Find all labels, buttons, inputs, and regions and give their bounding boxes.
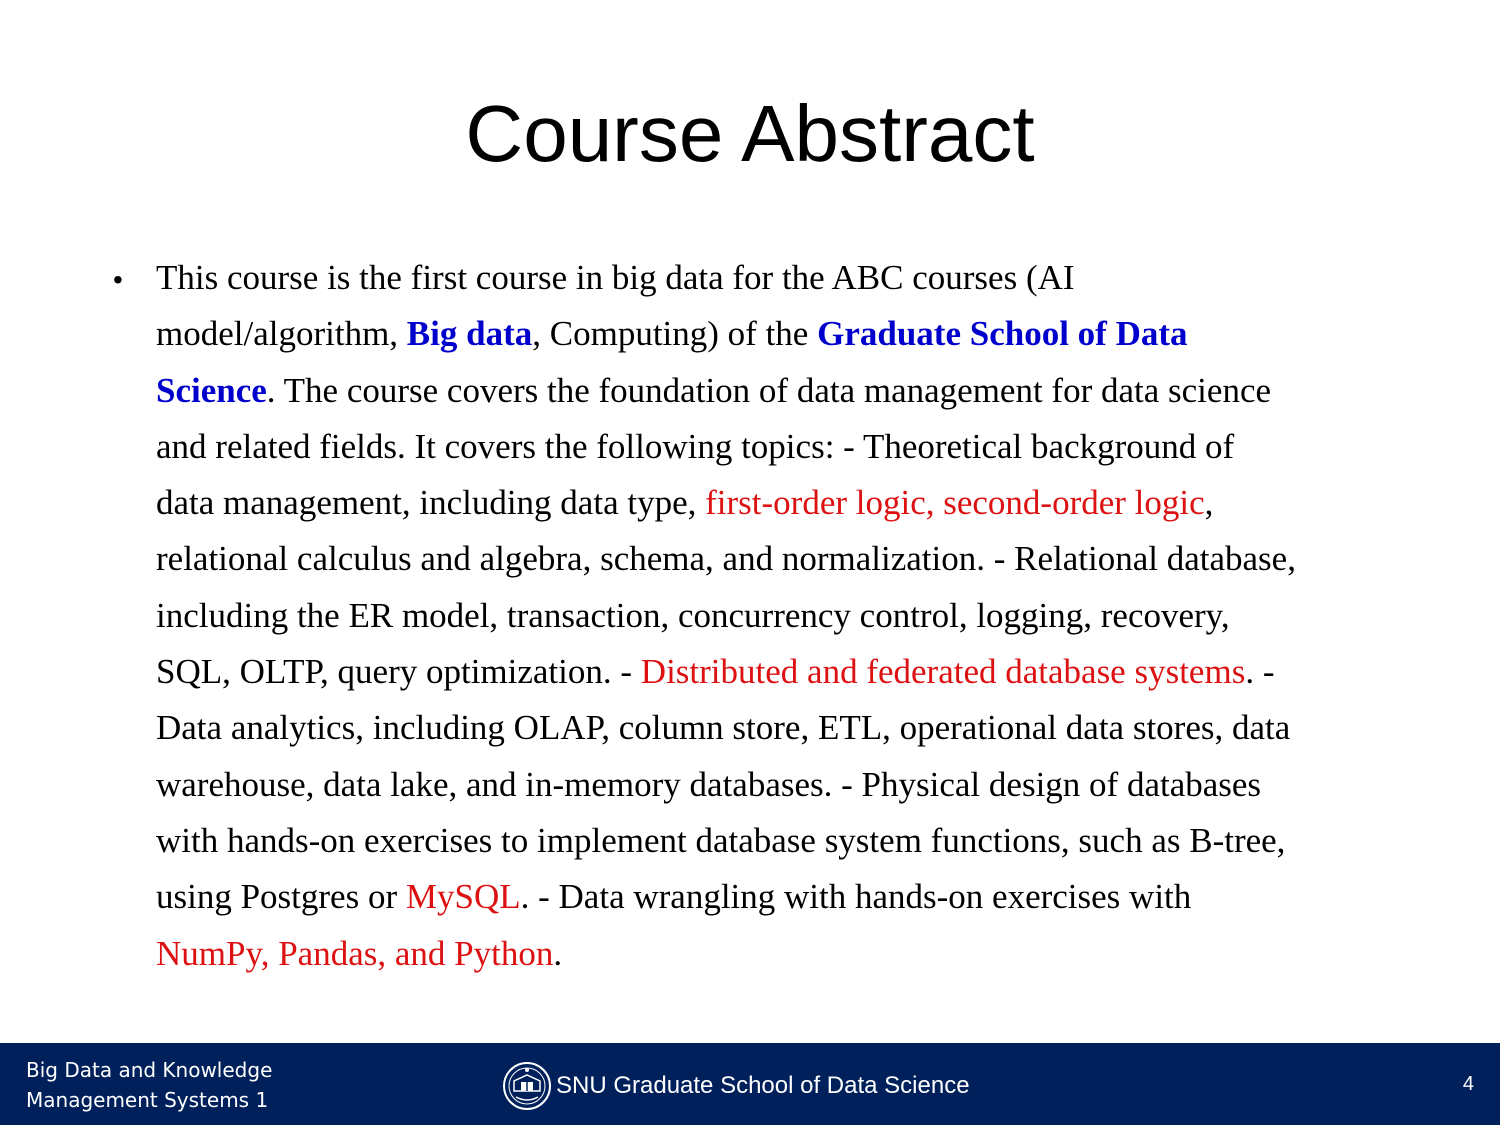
paragraph-line: Science. The course covers the foundatio… bbox=[156, 363, 1383, 419]
paragraph-text: and related fields. It covers the follow… bbox=[156, 426, 1235, 466]
paragraph-text: SQL, OLTP, query optimization. - bbox=[156, 652, 641, 692]
paragraph-text: , bbox=[1204, 483, 1214, 523]
highlight-red-text: Distributed and federated database syste… bbox=[640, 652, 1246, 692]
abstract-paragraph: This course is the first course in big d… bbox=[156, 250, 1383, 982]
paragraph-text: relational calculus and algebra, schema,… bbox=[156, 539, 1296, 579]
paragraph-line: with hands-on exercises to implement dat… bbox=[156, 813, 1383, 869]
footer-school-name: SNU Graduate School of Data Science bbox=[556, 1072, 970, 1099]
paragraph-text: This course is the first course in big d… bbox=[156, 258, 1075, 297]
paragraph-line: NumPy, Pandas, and Python. bbox=[156, 926, 1383, 982]
footer-course-line-2: Management Systems 1 bbox=[26, 1088, 269, 1112]
highlight-red-text: MySQL bbox=[405, 877, 521, 917]
university-emblem-icon bbox=[503, 1062, 551, 1110]
paragraph-line: SQL, OLTP, query optimization. - Distrib… bbox=[156, 644, 1383, 700]
paragraph-text: with hands-on exercises to implement dat… bbox=[156, 820, 1286, 860]
paragraph-line: warehouse, data lake, and in-memory data… bbox=[156, 757, 1383, 813]
paragraph-line: and related fields. It covers the follow… bbox=[156, 419, 1383, 475]
bullet-icon: • bbox=[113, 264, 123, 295]
paragraph-line: data management, including data type, fi… bbox=[156, 475, 1383, 531]
paragraph-line: including the ER model, transaction, con… bbox=[156, 588, 1383, 644]
footer-course-name: Big Data and Knowledge Management System… bbox=[26, 1055, 272, 1115]
highlight-red-text: first-order logic, second-order logic bbox=[705, 483, 1205, 523]
paragraph-line: using Postgres or MySQL. - Data wranglin… bbox=[156, 869, 1383, 925]
paragraph-text: . - bbox=[1245, 652, 1275, 692]
paragraph-text: model/algorithm, bbox=[156, 314, 407, 354]
slide-footer: Big Data and Knowledge Management System… bbox=[0, 1043, 1500, 1125]
highlight-blue-text: Science bbox=[156, 370, 267, 410]
footer-school-block: SNU Graduate School of Data Science bbox=[502, 1061, 970, 1111]
abstract-bullet-item: • This course is the first course in big… bbox=[113, 250, 1383, 982]
paragraph-line: relational calculus and algebra, schema,… bbox=[156, 531, 1383, 587]
footer-course-line-1: Big Data and Knowledge bbox=[26, 1058, 273, 1082]
abstract-bullet-list: • This course is the first course in big… bbox=[113, 250, 1383, 982]
paragraph-text: data management, including data type, bbox=[156, 483, 706, 523]
highlight-red-text: NumPy, Pandas, and Python bbox=[156, 933, 554, 973]
paragraph-line: model/algorithm, Big data, Computing) of… bbox=[156, 306, 1383, 362]
highlight-blue-text: Big data bbox=[406, 314, 533, 354]
slide-page-number: 4 bbox=[1462, 1073, 1474, 1095]
paragraph-text: . The course covers the foundation of da… bbox=[266, 370, 1272, 410]
paragraph-text: , Computing) of the bbox=[532, 314, 818, 354]
paragraph-text: . bbox=[553, 933, 563, 973]
paragraph-text: including the ER model, transaction, con… bbox=[156, 595, 1230, 635]
highlight-blue-text: Graduate School of Data bbox=[817, 314, 1188, 354]
paragraph-text: . - Data wrangling with hands-on exercis… bbox=[520, 877, 1192, 917]
paragraph-text: using Postgres or bbox=[156, 877, 406, 917]
paragraph-line: Data analytics, including OLAP, column s… bbox=[156, 700, 1383, 756]
slide-title: Course Abstract bbox=[465, 89, 1035, 178]
paragraph-text: warehouse, data lake, and in-memory data… bbox=[156, 764, 1262, 804]
paragraph-text: Data analytics, including OLAP, column s… bbox=[156, 708, 1291, 748]
paragraph-line: This course is the first course in big d… bbox=[156, 250, 1383, 306]
